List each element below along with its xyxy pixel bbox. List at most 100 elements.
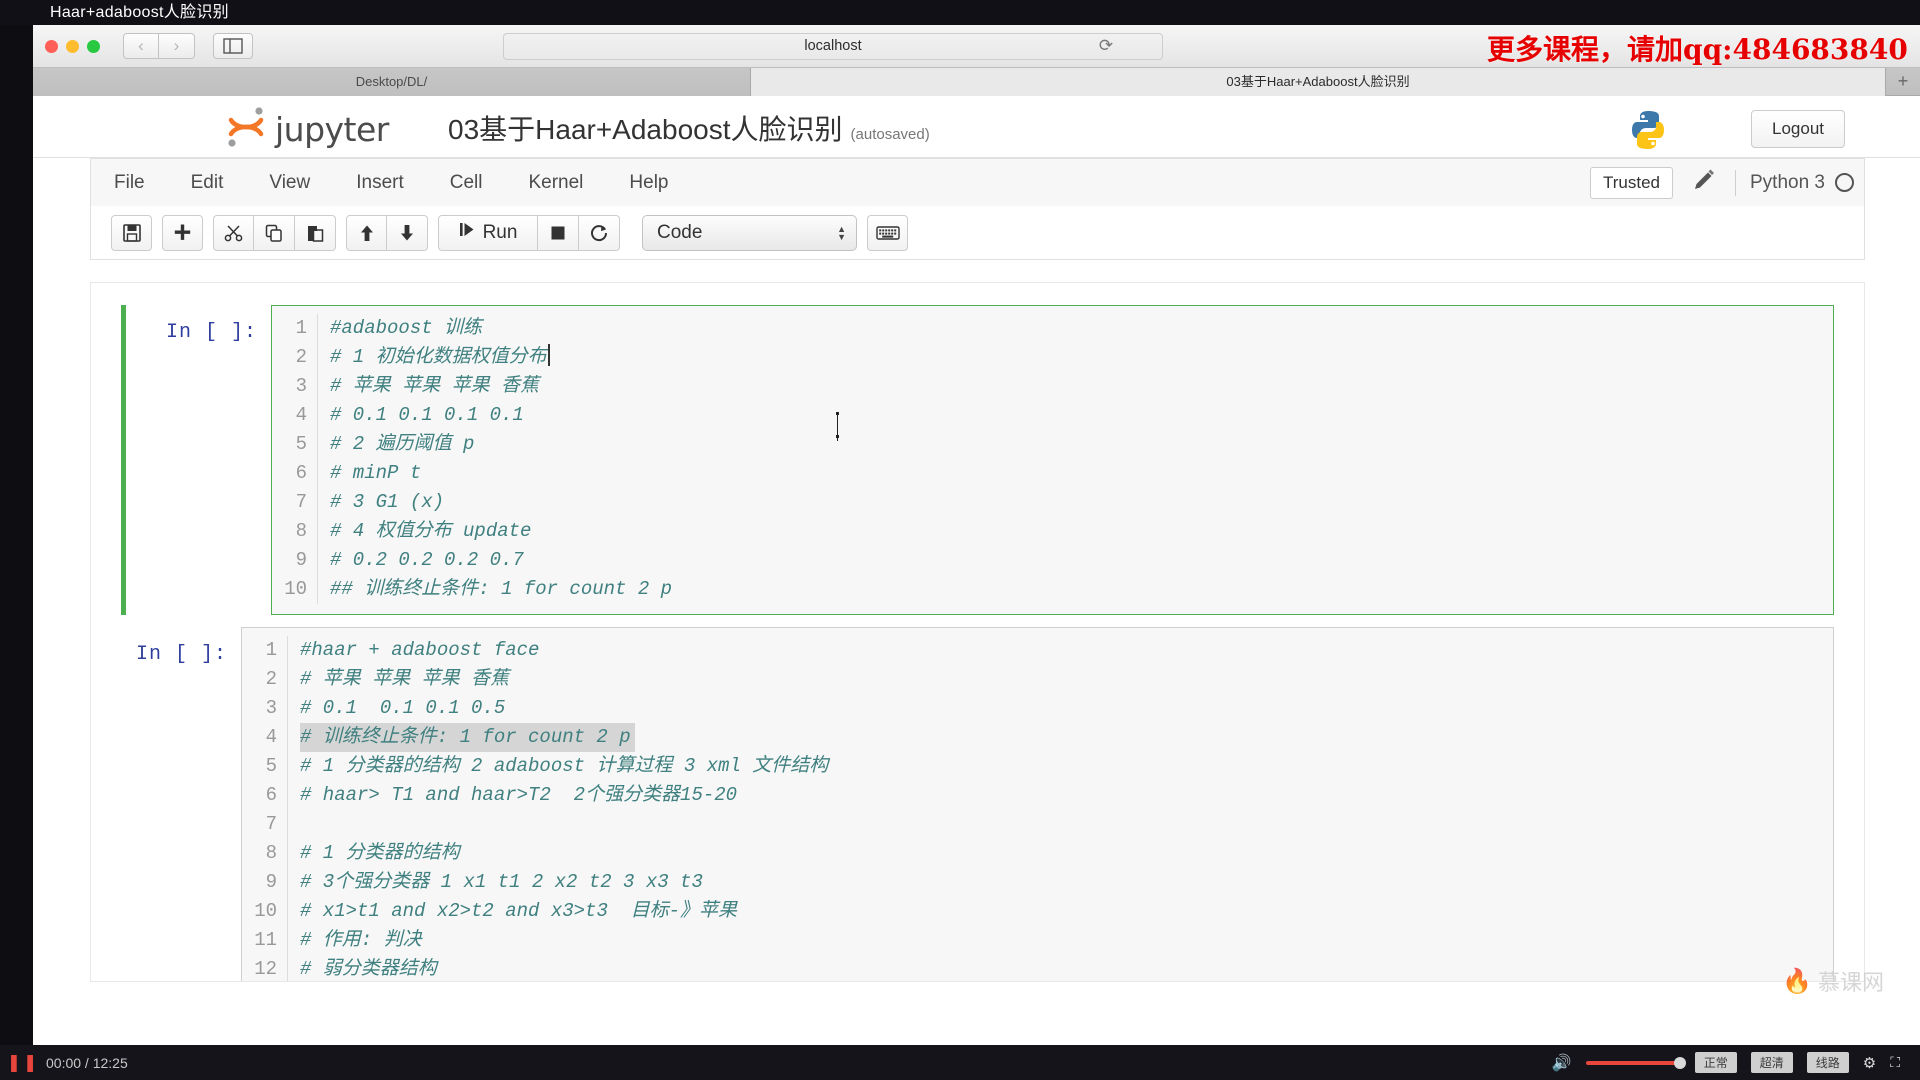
arrow-down-icon[interactable] — [387, 214, 428, 251]
zoom-button[interactable] — [87, 40, 100, 53]
paste-icon[interactable] — [295, 214, 336, 251]
restart-icon[interactable] — [579, 214, 620, 251]
volume-knob[interactable] — [1673, 1056, 1686, 1069]
menu-item-kernel[interactable]: Kernel — [505, 160, 606, 206]
keyboard-icon[interactable] — [867, 214, 908, 251]
line-number: 5 — [295, 433, 307, 455]
jupyter-logo-icon — [223, 104, 269, 155]
line-number: 1 — [295, 317, 307, 339]
cell-prompt-2: In [ ]: — [135, 643, 227, 666]
toolbar-group-save — [111, 214, 152, 251]
gear-icon[interactable]: ⚙ — [1863, 1054, 1876, 1072]
tab-notebook[interactable]: 03基于Haar+Adaboost人脸识别 — [751, 68, 1886, 96]
jupyter-logo-text: jupyter — [275, 110, 389, 149]
code-line: # 苹果 苹果 苹果 香蕉 — [330, 372, 1833, 401]
toolbar-group-add — [162, 214, 203, 251]
fullscreen-icon[interactable]: ⛶ — [1890, 1054, 1900, 1071]
code-text: # x1>t1 and x2>t2 and x3>t3 目标-》苹果 — [300, 900, 738, 922]
tab-strip: Desktop/DL/ 03基于Haar+Adaboost人脸识别 + — [33, 68, 1920, 96]
code-text: # minP t — [330, 462, 422, 484]
python-logo-icon — [1626, 108, 1670, 157]
code-editor-2[interactable]: 1 2 3 4 5 6 7 8 9 10 11 12 #haar + adabo… — [241, 627, 1834, 981]
line-numbers-1: 1 2 3 4 5 6 7 8 9 10 — [272, 314, 318, 604]
volume-slider[interactable] — [1585, 1056, 1686, 1069]
code-text: #haar + adaboost face — [300, 639, 540, 661]
time-display: 00:00 / 12:25 — [46, 1054, 128, 1071]
jupyter-toolbar: Run Code ▲ ▼ — [90, 206, 1865, 260]
code-line: # 4 权值分布 update — [330, 517, 1833, 546]
code-text: # 3个强分类器 1 x1 t1 2 x2 t2 3 x3 t3 — [300, 871, 703, 893]
code-text: # 0.1 0.1 0.1 0.5 — [300, 697, 506, 719]
line-numbers-2: 1 2 3 4 5 6 7 8 9 10 11 12 — [242, 636, 288, 981]
code-cell-2[interactable]: In [ ]: 1 2 3 4 5 6 7 8 9 10 11 12 #haar… — [121, 627, 1834, 981]
quality-normal-button[interactable]: 正常 — [1694, 1052, 1737, 1073]
code-line: # 3个强分类器 1 x1 t1 2 x2 t2 3 x3 t3 — [300, 868, 1833, 897]
menu-item-file[interactable]: File — [91, 160, 168, 206]
code-text: # 0.2 0.2 0.2 0.7 — [330, 549, 524, 571]
notebook-title: 03基于Haar+Adaboost人脸识别 — [448, 114, 843, 145]
line-number: 7 — [265, 813, 277, 835]
kernel-name[interactable]: Python 3 — [1750, 172, 1825, 194]
line-number: 9 — [295, 549, 307, 571]
line-number: 4 — [265, 726, 277, 748]
scissors-icon[interactable] — [213, 214, 254, 251]
menu-item-insert[interactable]: Insert — [333, 160, 427, 206]
code-editor-1[interactable]: 1 2 3 4 5 6 7 8 9 10 #adaboost 训练 # 1 初始… — [271, 305, 1834, 615]
toolbar-group-run: Run — [438, 214, 620, 251]
plus-icon[interactable] — [162, 214, 203, 251]
imooc-watermark: 🔥 慕课网 — [1782, 965, 1884, 997]
jupyter-logo[interactable]: jupyter — [223, 104, 389, 155]
code-line: # 1 分类器的结构 2 adaboost 计算过程 3 xml 文件结构 — [300, 752, 1833, 781]
minimize-button[interactable] — [66, 40, 79, 53]
route-button[interactable]: 线路 — [1806, 1052, 1849, 1073]
tab-desktop-dl[interactable]: Desktop/DL/ — [33, 68, 751, 96]
forward-button[interactable]: › — [159, 33, 195, 59]
menu-item-view[interactable]: View — [246, 160, 333, 206]
line-number: 12 — [254, 958, 277, 980]
menu-item-help[interactable]: Help — [606, 160, 691, 206]
line-number: 1 — [265, 639, 277, 661]
cell-type-select[interactable]: Code ▲ ▼ — [642, 214, 857, 251]
stop-square-icon[interactable] — [538, 214, 579, 251]
code-cell-1[interactable]: In [ ]: 1 2 3 4 5 6 7 8 9 10 #adaboost 训… — [121, 305, 1834, 615]
window-traffic-lights — [45, 40, 100, 53]
code-line: # 2 遍历阈值 p — [330, 430, 1833, 459]
code-text: # 1 初始化数据权值分布 — [330, 346, 547, 368]
quality-ultra-button[interactable]: 超清 — [1750, 1052, 1793, 1073]
speaker-icon[interactable]: 🔊 — [1552, 1053, 1572, 1073]
line-number: 8 — [295, 520, 307, 542]
menu-item-edit[interactable]: Edit — [168, 160, 247, 206]
pencil-icon[interactable] — [1691, 167, 1717, 198]
line-number: 4 — [295, 404, 307, 426]
copy-icon[interactable] — [254, 214, 295, 251]
code-text: # 1 分类器的结构 2 adaboost 计算过程 3 xml 文件结构 — [300, 755, 829, 777]
reload-icon[interactable]: ⟳ — [1095, 36, 1117, 58]
code-line: # 1 初始化数据权值分布 — [330, 343, 1833, 372]
close-button[interactable] — [45, 40, 58, 53]
new-tab-button[interactable]: + — [1886, 68, 1920, 95]
run-button[interactable]: Run — [438, 214, 538, 251]
code-line: # 0.1 0.1 0.1 0.1 — [330, 401, 1833, 430]
arrow-up-icon[interactable] — [346, 214, 387, 251]
code-line: # 作用: 判决 — [300, 926, 1833, 955]
sidebar-icon[interactable] — [213, 33, 253, 59]
trusted-badge[interactable]: Trusted — [1589, 166, 1673, 199]
code-line: # minP t — [330, 459, 1833, 488]
line-number: 6 — [295, 462, 307, 484]
flame-icon: 🔥 — [1782, 967, 1812, 995]
back-button[interactable]: ‹ — [123, 33, 159, 59]
line-number: 7 — [295, 491, 307, 513]
save-icon[interactable] — [111, 214, 152, 251]
menu-divider — [1735, 169, 1736, 196]
code-line: # haar> T1 and haar>T2 2个强分类器15-20 — [300, 781, 1833, 810]
code-line: # 0.1 0.1 0.1 0.5 — [300, 694, 1833, 723]
address-bar[interactable]: localhost — [503, 33, 1163, 60]
kernel-idle-circle-icon[interactable] — [1835, 173, 1854, 192]
cell-prompt-1: In [ ]: — [165, 321, 257, 344]
line-number: 10 — [284, 578, 307, 600]
notebook-title-wrap[interactable]: 03基于Haar+Adaboost人脸识别 (autosaved) — [448, 108, 930, 148]
menu-item-cell[interactable]: Cell — [427, 160, 506, 206]
line-number: 6 — [265, 784, 277, 806]
pause-icon[interactable]: ❚❚ — [0, 1053, 46, 1073]
logout-button[interactable]: Logout — [1751, 110, 1845, 148]
